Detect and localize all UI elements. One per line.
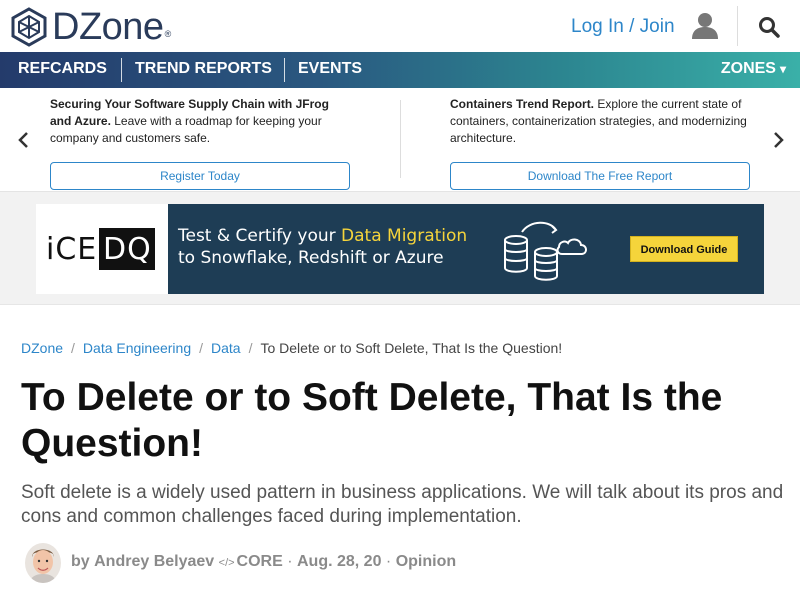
breadcrumb-data-engineering[interactable]: Data Engineering <box>83 340 191 356</box>
nav-separator <box>284 58 285 82</box>
ad-headline-prefix: Test & Certify your <box>178 226 342 246</box>
breadcrumb: DZone / Data Engineering / Data / To Delete or… <box>21 340 562 356</box>
logo-registered-mark: ® <box>164 29 172 39</box>
code-icon: </> <box>218 557 235 569</box>
search-icon[interactable] <box>758 16 780 38</box>
promo-text: Securing Your Software Supply Chain with… <box>50 96 350 148</box>
nav-refcards[interactable]: REFCARDS <box>18 52 107 88</box>
download-guide-button[interactable]: Download Guide <box>630 236 738 262</box>
article: DZone / Data Engineering / Data / To Delete or… <box>0 304 800 600</box>
login-join-link[interactable]: Log In / Join <box>571 16 675 38</box>
article-byline: by Andrey Belyaev </> CORE · Aug. 28, 20 … <box>21 541 621 583</box>
breadcrumb-separator: / <box>199 340 203 356</box>
zones-dropdown[interactable]: ZONES ▾ <box>721 52 786 88</box>
header-divider <box>737 6 738 46</box>
icedq-logo: iCE DQ <box>36 204 168 294</box>
breadcrumb-separator: / <box>71 340 75 356</box>
breadcrumb-current: To Delete or to Soft Delete, That Is the… <box>260 340 563 356</box>
top-header: DZone ® Log In / Join <box>0 0 800 52</box>
author-name[interactable]: Andrey Belyaev <box>94 553 214 570</box>
core-badge[interactable]: CORE <box>237 553 283 570</box>
nav-trend-reports[interactable]: TREND REPORTS <box>135 52 272 88</box>
icedq-ad-banner[interactable]: iCE DQ Test & Certify your Data Migratio… <box>36 204 764 294</box>
author-avatar[interactable] <box>25 543 61 583</box>
article-subtitle: Soft delete is a widely used pattern in … <box>21 482 784 527</box>
byline-separator: · <box>381 553 396 570</box>
icedq-logo-box: DQ <box>99 228 155 270</box>
icedq-logo-box-text: DQ <box>103 232 152 267</box>
dzone-logo[interactable]: DZone ® <box>10 7 171 47</box>
download-report-button[interactable]: Download The Free Report <box>450 162 750 190</box>
chevron-left-icon[interactable] <box>14 128 34 152</box>
promo-text: Containers Trend Report. Explore the cur… <box>450 96 750 148</box>
byline-by: by <box>71 553 90 570</box>
article-category[interactable]: Opinion <box>396 553 456 570</box>
breadcrumb-data[interactable]: Data <box>211 340 241 356</box>
article-date: Aug. 28, 20 <box>297 553 382 570</box>
byline-text: by Andrey Belyaev </> CORE · Aug. 28, 20 … <box>71 553 456 571</box>
ad-container: iCE DQ Test & Certify your Data Migratio… <box>0 192 800 304</box>
chevron-right-icon[interactable] <box>768 128 788 152</box>
breadcrumb-separator: / <box>248 340 253 356</box>
dzone-logo-icon <box>11 7 47 47</box>
nav-events[interactable]: EVENTS <box>298 52 362 88</box>
main-nav: REFCARDS TREND REPORTS EVENTS ZONES ▾ <box>0 52 800 88</box>
database-cloud-icon <box>504 221 587 281</box>
register-today-button[interactable]: Register Today <box>50 162 350 190</box>
icedq-logo-text: iCE <box>46 232 98 267</box>
nav-separator <box>121 58 122 82</box>
promo-carousel: Securing Your Software Supply Chain with… <box>0 88 800 192</box>
ad-headline: Test & Certify your Data Migration <box>178 226 467 246</box>
logo-text: DZone <box>52 6 164 48</box>
ad-subline: to Snowflake, Redshift or Azure <box>178 248 444 268</box>
promo-card-containers: Containers Trend Report. Explore the cur… <box>450 96 750 190</box>
breadcrumb-dzone[interactable]: DZone <box>21 340 63 356</box>
article-title: To Delete or to Soft Delete, That Is the… <box>21 376 723 465</box>
zones-label: ZONES <box>720 60 776 77</box>
promo-card-jfrog: Securing Your Software Supply Chain with… <box>50 96 350 190</box>
ad-headline-highlight: Data Migration <box>341 226 468 246</box>
chevron-down-icon: ▾ <box>779 62 786 76</box>
user-icon[interactable] <box>692 12 718 40</box>
promo-heading: Containers Trend Report. <box>450 97 595 111</box>
byline-separator: · <box>282 553 297 570</box>
promo-divider <box>400 100 401 178</box>
